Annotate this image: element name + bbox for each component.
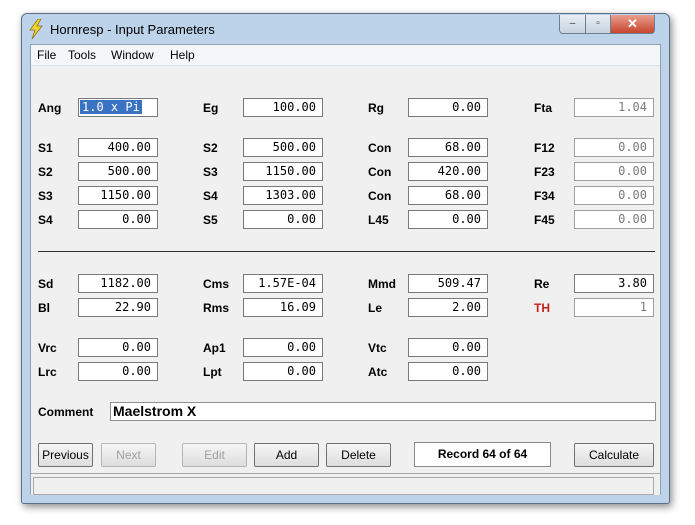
- previous-button[interactable]: Previous: [38, 443, 93, 467]
- field-lpt[interactable]: 0.00: [243, 362, 323, 381]
- field-ap1[interactable]: 0.00: [243, 338, 323, 357]
- label-s4-row4: S4: [38, 213, 53, 227]
- field-mmd[interactable]: 509.47: [408, 274, 488, 293]
- label-s2-row2: S2: [38, 165, 53, 179]
- label-s2: S2: [203, 141, 218, 155]
- label-vrc: Vrc: [38, 341, 57, 355]
- edit-button: Edit: [182, 443, 247, 467]
- field-vrc[interactable]: 0.00: [78, 338, 158, 357]
- comment-field[interactable]: Maelstrom X: [110, 402, 656, 421]
- label-cms: Cms: [203, 277, 230, 291]
- minimize-button[interactable]: –: [559, 15, 586, 34]
- client-area: File Tools Window Help Ang 1.0 x Pi Eg 1…: [30, 44, 661, 495]
- delete-button[interactable]: Delete: [326, 443, 391, 467]
- field-l45[interactable]: 0.00: [408, 210, 488, 229]
- field-sd[interactable]: 1182.00: [78, 274, 158, 293]
- field-re[interactable]: 3.80: [574, 274, 654, 293]
- lightning-bolt-icon: [28, 18, 44, 44]
- field-con1[interactable]: 68.00: [408, 138, 488, 157]
- label-s3: S3: [203, 165, 218, 179]
- label-th[interactable]: TH: [534, 301, 550, 315]
- field-f45: 0.00: [574, 210, 654, 229]
- label-atc: Atc: [368, 365, 388, 379]
- field-s2-row2[interactable]: 500.00: [78, 162, 158, 181]
- field-con3[interactable]: 68.00: [408, 186, 488, 205]
- field-f12: 0.00: [574, 138, 654, 157]
- label-mmd: Mmd: [368, 277, 396, 291]
- label-f12: F12: [534, 141, 555, 155]
- label-eg: Eg: [203, 101, 219, 115]
- field-eg[interactable]: 100.00: [243, 98, 323, 117]
- label-sd: Sd: [38, 277, 54, 291]
- field-rg[interactable]: 0.00: [408, 98, 488, 117]
- field-vtc[interactable]: 0.00: [408, 338, 488, 357]
- status-bar: [31, 473, 660, 495]
- maximize-button[interactable]: ▫: [585, 15, 611, 34]
- label-ang: Ang: [38, 101, 62, 115]
- field-s3[interactable]: 1150.00: [243, 162, 323, 181]
- field-s3-row3[interactable]: 1150.00: [78, 186, 158, 205]
- label-s1: S1: [38, 141, 53, 155]
- field-le[interactable]: 2.00: [408, 298, 488, 317]
- field-rms[interactable]: 16.09: [243, 298, 323, 317]
- next-button: Next: [101, 443, 156, 467]
- field-lrc[interactable]: 0.00: [78, 362, 158, 381]
- status-pane: [33, 477, 654, 495]
- field-ang[interactable]: 1.0 x Pi: [78, 98, 158, 117]
- field-s1[interactable]: 400.00: [78, 138, 158, 157]
- section-divider: [38, 251, 655, 252]
- field-cms[interactable]: 1.57E-04: [243, 274, 323, 293]
- hornresp-window: Hornresp - Input Parameters – ▫ ✕ File T…: [21, 13, 670, 504]
- label-con2: Con: [368, 165, 392, 179]
- field-bl[interactable]: 22.90: [78, 298, 158, 317]
- label-re: Re: [534, 277, 550, 291]
- field-s4-row4[interactable]: 0.00: [78, 210, 158, 229]
- close-button[interactable]: ✕: [610, 15, 655, 34]
- field-atc[interactable]: 0.00: [408, 362, 488, 381]
- label-fta: Fta: [534, 101, 552, 115]
- label-bl: Bl: [38, 301, 50, 315]
- label-s4: S4: [203, 189, 218, 203]
- label-con1: Con: [368, 141, 392, 155]
- label-ap1: Ap1: [203, 341, 226, 355]
- window-title: Hornresp - Input Parameters: [50, 22, 215, 37]
- label-lpt: Lpt: [203, 365, 222, 379]
- label-l45: L45: [368, 213, 389, 227]
- menu-window[interactable]: Window: [111, 48, 154, 62]
- field-fta: 1.04: [574, 98, 654, 117]
- calculate-button[interactable]: Calculate: [574, 443, 654, 467]
- label-comment: Comment: [38, 405, 94, 419]
- label-f34: F34: [534, 189, 555, 203]
- label-f45: F45: [534, 213, 555, 227]
- field-s5[interactable]: 0.00: [243, 210, 323, 229]
- label-le: Le: [368, 301, 383, 315]
- title-bar[interactable]: Hornresp - Input Parameters – ▫ ✕: [22, 14, 669, 44]
- field-s2[interactable]: 500.00: [243, 138, 323, 157]
- label-f23: F23: [534, 165, 555, 179]
- label-vtc: Vtc: [368, 341, 387, 355]
- menu-bar: File Tools Window Help: [31, 45, 660, 66]
- menu-help[interactable]: Help: [170, 48, 195, 62]
- field-con2[interactable]: 420.00: [408, 162, 488, 181]
- label-con3: Con: [368, 189, 392, 203]
- field-s4[interactable]: 1303.00: [243, 186, 323, 205]
- label-s5: S5: [203, 213, 218, 227]
- field-f23: 0.00: [574, 162, 654, 181]
- menu-file[interactable]: File: [37, 48, 56, 62]
- label-lrc: Lrc: [38, 365, 57, 379]
- record-indicator: Record 64 of 64: [414, 442, 551, 467]
- label-s3-row3: S3: [38, 189, 53, 203]
- field-ang-value: 1.0 x Pi: [80, 100, 142, 114]
- menu-tools[interactable]: Tools: [68, 48, 96, 62]
- field-f34: 0.00: [574, 186, 654, 205]
- add-button[interactable]: Add: [254, 443, 319, 467]
- label-rms: Rms: [203, 301, 230, 315]
- label-rg: Rg: [368, 101, 384, 115]
- field-th: 1: [574, 298, 654, 317]
